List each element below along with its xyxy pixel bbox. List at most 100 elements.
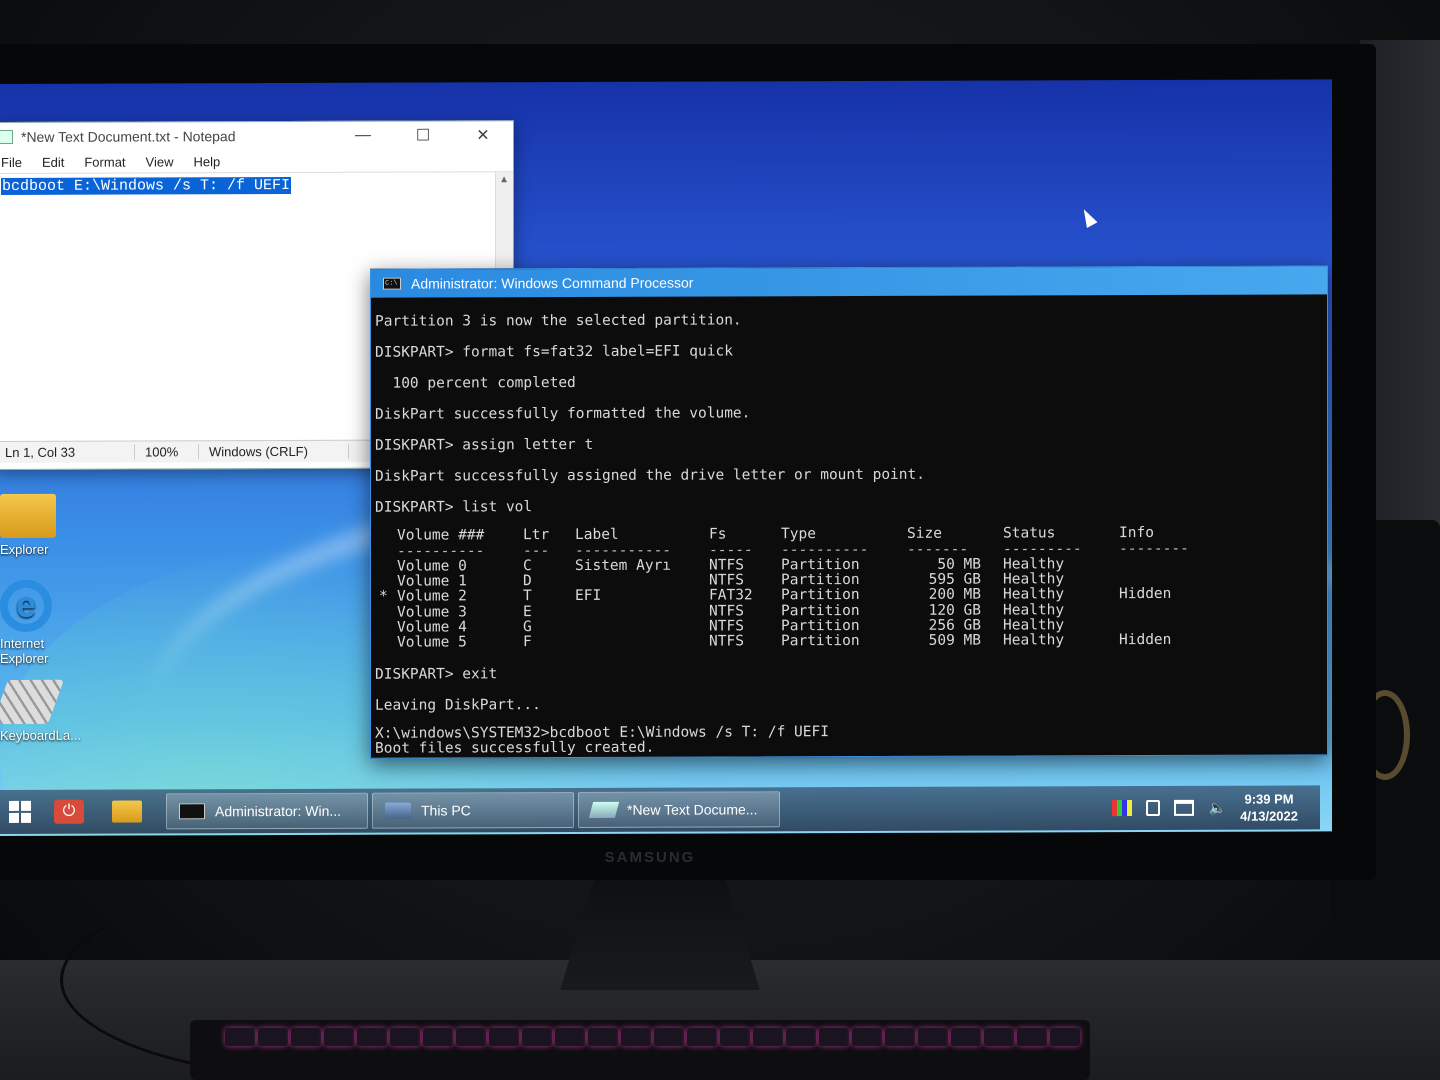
- taskbar-item-this-pc[interactable]: This PC: [372, 791, 574, 829]
- notepad-icon: [0, 129, 13, 145]
- clock-date: 4/13/2022: [1240, 808, 1298, 824]
- volume-cell-type: Partition: [781, 587, 860, 604]
- volume-cell-label: [575, 634, 709, 650]
- maximize-button[interactable]: ☐: [393, 125, 453, 145]
- volume-cell-info: [1119, 557, 1209, 573]
- safely-remove-hardware-icon[interactable]: [1146, 799, 1161, 816]
- volume-cell-ltr: E: [523, 603, 532, 620]
- separator-cell: ---------: [1003, 541, 1082, 558]
- cmd-window[interactable]: C:\ Administrator: Windows Command Proce…: [370, 265, 1328, 759]
- keyboard-key: [654, 1028, 684, 1046]
- volume-cell-fs: FAT32: [709, 587, 753, 604]
- notepad-icon: [588, 801, 620, 818]
- volume-cell-fs: NTFS: [709, 618, 744, 635]
- scroll-up-arrow-icon[interactable]: ▲: [499, 174, 509, 185]
- close-button[interactable]: ✕: [453, 125, 513, 145]
- volume-cell-volume: Volume 2: [397, 588, 467, 605]
- selected-text[interactable]: bcdboot E:\Windows /s T: /f UEFI: [1, 176, 292, 195]
- volume-icon[interactable]: 🔈: [1208, 800, 1226, 816]
- volume-cell-volume: Volume 4: [397, 619, 467, 636]
- keyboard-key: [390, 1028, 420, 1046]
- cmd-line: Boot files successfully created.: [375, 739, 655, 757]
- cmd-line: DISKPART> format fs=fat32 label=EFI quic…: [375, 343, 733, 361]
- keyboard-key: [324, 1028, 354, 1046]
- header-cell: Fs: [709, 526, 727, 543]
- header-cell: Label: [575, 526, 619, 543]
- cmd-output[interactable]: Partition 3 is now the selected partitio…: [371, 294, 1327, 756]
- menu-help[interactable]: Help: [193, 154, 220, 169]
- header-cell: Type: [781, 526, 816, 543]
- volume-cell-ltr: T: [523, 588, 532, 605]
- keyboard-key: [357, 1028, 387, 1046]
- cmd-line: 100 percent completed: [375, 374, 576, 392]
- menu-edit[interactable]: Edit: [42, 154, 64, 169]
- cmd-line: DISKPART> assign letter t: [375, 436, 594, 454]
- header-cell: Info: [1119, 524, 1154, 542]
- volume-cell-size: 200 MB: [928, 586, 981, 604]
- keyboard-key: [258, 1028, 288, 1046]
- cmd-icon: [179, 803, 205, 820]
- volume-cell-type: Partition: [781, 556, 860, 574]
- keyboard-key: [852, 1028, 882, 1046]
- cmd-line: DISKPART> exit: [375, 666, 498, 683]
- volume-cell-ltr: F: [523, 634, 532, 651]
- desktop-icon-label: Explorer: [0, 541, 49, 557]
- volume-cell-ltr: D: [523, 573, 532, 590]
- volume-cell-label: [575, 619, 709, 635]
- menu-file[interactable]: File: [1, 154, 22, 169]
- keyboard-key: [1017, 1028, 1047, 1046]
- taskbar-item-cmd[interactable]: Administrator: Win...: [166, 792, 368, 830]
- cmd-titlebar[interactable]: C:\ Administrator: Windows Command Proce…: [371, 266, 1327, 298]
- network-icon[interactable]: [1174, 799, 1195, 816]
- cmd-line: DiskPart successfully formatted the volu…: [375, 405, 751, 423]
- mouse-cursor-icon: [1078, 206, 1098, 228]
- volume-cell-ltr: G: [523, 618, 532, 635]
- menu-format[interactable]: Format: [84, 154, 125, 169]
- keyboard-key: [423, 1028, 453, 1046]
- keyboard-key: [555, 1028, 585, 1046]
- action-center-flag-icon[interactable]: [1112, 800, 1133, 817]
- desktop-icon-internet-explorer[interactable]: e Internet Explorer: [0, 579, 80, 666]
- separator-cell: ----------: [781, 541, 869, 559]
- volume-cell-type: Partition: [781, 572, 860, 589]
- menu-view[interactable]: View: [146, 154, 174, 169]
- volume-cell-status: Healthy: [1003, 632, 1065, 649]
- taskbar-item-notepad[interactable]: *New Text Docume...: [578, 791, 780, 828]
- minimize-button[interactable]: —: [333, 127, 393, 145]
- volume-cell-fs: NTFS: [709, 572, 744, 589]
- volume-cell-status: Healthy: [1003, 586, 1065, 603]
- keyboard-key: [885, 1028, 915, 1046]
- desktop-icon-keyboard-layout[interactable]: KeyboardLa...: [0, 679, 81, 743]
- taskbar: ⏻ Administrator: Win... This PC *New Tex…: [0, 785, 1320, 834]
- separator-cell: --------: [1119, 540, 1189, 558]
- clock[interactable]: 9:39 PM 4/13/2022: [1240, 790, 1298, 824]
- keyboard-key: [687, 1028, 717, 1046]
- desktop-icon-explorer[interactable]: Explorer: [0, 493, 80, 557]
- separator-cell: ----------: [397, 543, 485, 560]
- volume-cell-label: Sistem Ayrı: [575, 557, 672, 574]
- start-button[interactable]: [0, 792, 40, 832]
- system-tray: 🔈 9:39 PM 4/13/2022: [1112, 790, 1320, 825]
- volume-cell-fs: NTFS: [709, 602, 744, 620]
- explorer-quick-launch[interactable]: [98, 791, 156, 831]
- keyboard-key: [291, 1028, 321, 1046]
- volume-cell-size: 256 GB: [928, 617, 981, 634]
- power-icon: ⏻: [54, 799, 84, 824]
- volume-cell-ltr: C: [523, 558, 532, 575]
- desktop-icon-label: KeyboardLa...: [0, 727, 81, 743]
- selected-marker: *: [379, 589, 388, 606]
- volume-cell-status: Healthy: [1003, 571, 1065, 588]
- volume-cell-fs: NTFS: [709, 633, 744, 650]
- power-quick-launch[interactable]: ⏻: [40, 792, 98, 832]
- header-cell: Status: [1003, 525, 1056, 542]
- internet-explorer-icon: e: [0, 579, 52, 632]
- clock-time: 9:39 PM: [1244, 791, 1294, 807]
- keyboard-key: [456, 1028, 486, 1046]
- volume-cell-volume: Volume 0: [397, 558, 467, 575]
- volume-row: Volume 5 F NTFS Partition 509 MB Healthy Hidde…: [397, 632, 1327, 651]
- folder-icon: [112, 800, 142, 823]
- keyboard-key: [720, 1028, 750, 1046]
- notepad-titlebar[interactable]: *New Text Document.txt - Notepad — ☐ ✕: [0, 121, 513, 151]
- separator-cell: -----------: [575, 542, 672, 559]
- keyboard-key: [786, 1028, 816, 1046]
